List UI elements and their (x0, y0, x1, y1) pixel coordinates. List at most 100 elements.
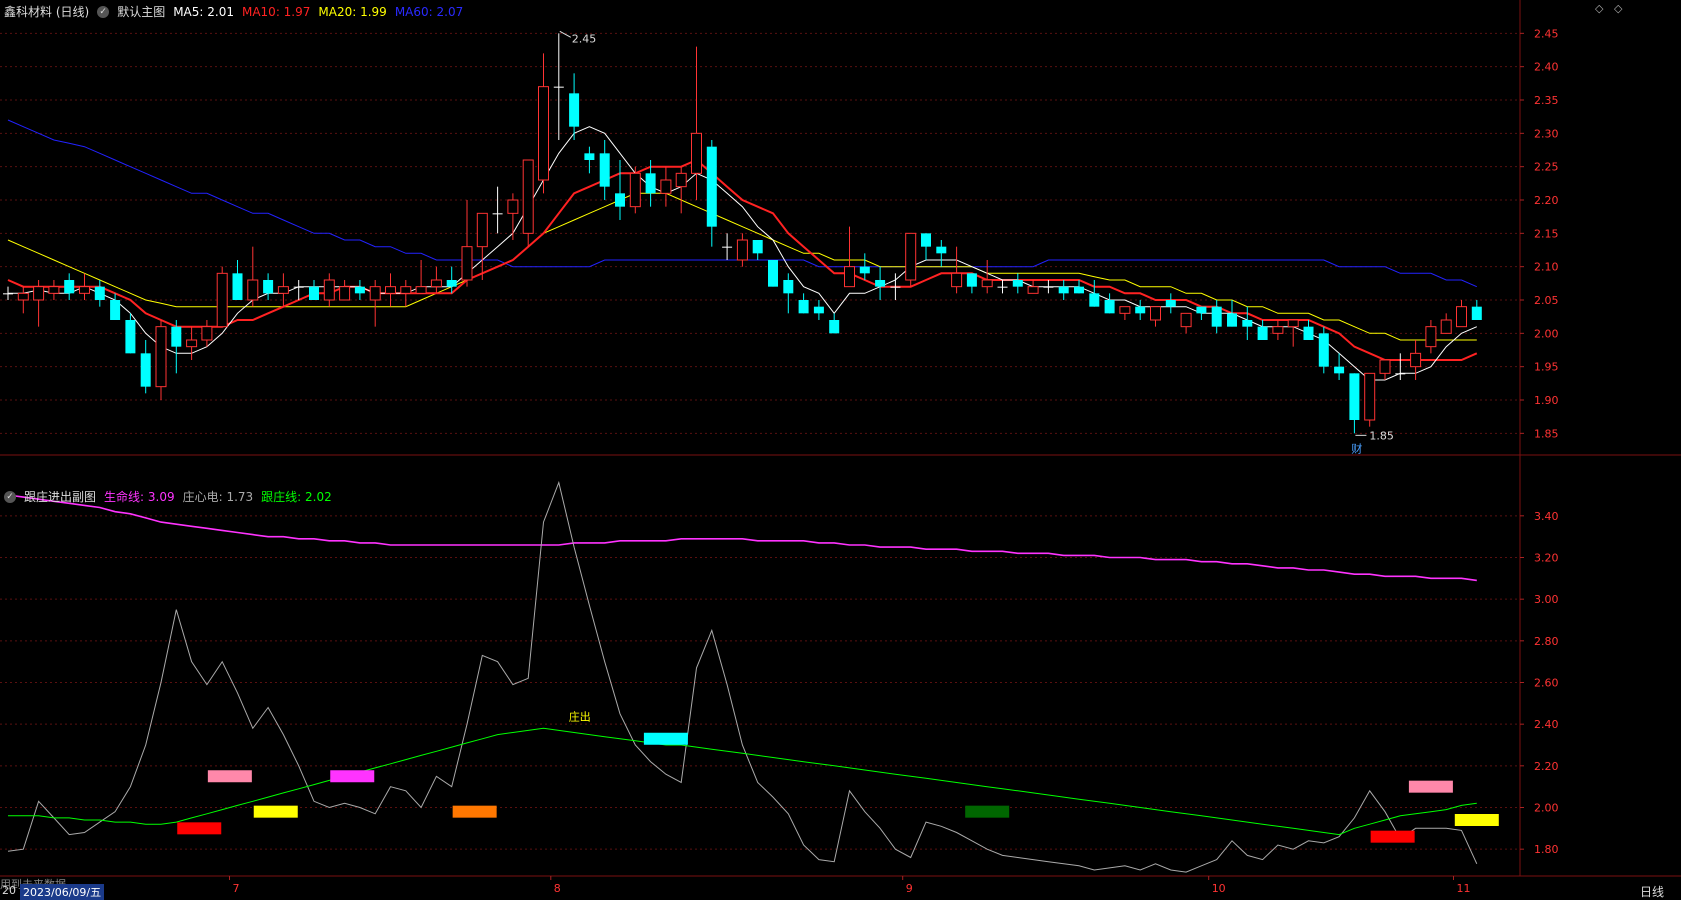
x-tick-label: 7 (233, 882, 240, 895)
candle-body-up (33, 286, 45, 301)
candle-body-up (1180, 312, 1192, 328)
candle-body-flat (3, 293, 13, 295)
signal-bar (965, 805, 1010, 818)
candle-body-up (629, 172, 641, 208)
candle-body-down (584, 153, 595, 160)
candle-body-flat (890, 286, 901, 288)
candle-body-up (951, 272, 963, 288)
candle-body-down (966, 273, 977, 287)
candle-body-down (1104, 300, 1115, 314)
sub-chart-title[interactable]: 跟庄进出副图 (24, 488, 96, 505)
sub-legend: ✓ 跟庄进出副图 生命线: 3.09 庄心电: 1.73 跟庄线: 2.02 (4, 488, 332, 505)
candle-body-up (17, 292, 29, 301)
candle-body-up (522, 159, 534, 234)
candle-body-down (94, 286, 105, 300)
sub-y-tick-label: 3.20 (1534, 552, 1559, 565)
candle-body-up (323, 279, 335, 301)
high-pointer (559, 30, 572, 38)
candle-body-down (783, 280, 794, 294)
candle-body-down (1318, 333, 1329, 367)
candle-body-down (1135, 306, 1146, 314)
candle-body-up (1150, 306, 1161, 321)
main-y-tick-label: 2.00 (1534, 327, 1559, 340)
candle-body-down (1165, 300, 1176, 307)
sub-y-tick-label: 3.40 (1534, 510, 1559, 523)
candle-body-down (859, 266, 870, 274)
candle-body-up (48, 286, 60, 294)
candle-body-up (1119, 306, 1131, 314)
candle-body-up (981, 279, 993, 288)
candle-body-up (1379, 359, 1391, 374)
period-label[interactable]: 日线 (1640, 883, 1664, 900)
candle-body-down (645, 173, 656, 194)
ma60-label: MA60: 2.07 (394, 4, 464, 19)
main-chart-label[interactable]: 默认主图 (117, 3, 165, 20)
sub-y-tick-label: 2.80 (1534, 635, 1559, 648)
candle-body-down (140, 353, 151, 387)
follow-line-label: 跟庄线: 2.02 (261, 490, 332, 504)
candle-body-flat (997, 286, 1008, 288)
signal-bar (253, 805, 298, 818)
candle-body-up (79, 286, 90, 294)
sub-line-center (7, 480, 1478, 873)
candle-body-down (768, 260, 778, 287)
event-marker: 财 (1351, 441, 1362, 455)
candle-body-down (1058, 286, 1069, 294)
main-y-tick-label: 2.25 (1534, 161, 1559, 174)
candle-body-down (1074, 286, 1084, 294)
sub-y-tick-label: 2.40 (1534, 718, 1559, 731)
candle-body-down (171, 326, 182, 347)
main-y-tick-label: 2.20 (1534, 194, 1559, 207)
candle-body-up (1364, 372, 1376, 421)
candle-body-down (798, 300, 809, 314)
main-y-tick-label: 1.90 (1534, 394, 1559, 407)
candle-body-down (875, 280, 886, 287)
sub-y-tick-label: 2.20 (1534, 760, 1559, 773)
candle-body-up (1287, 319, 1299, 328)
candle-body-down (64, 280, 75, 294)
main-y-tick-label: 1.95 (1534, 361, 1559, 374)
candle-body-down (110, 300, 121, 320)
stock-title: 鑫科材料 (日线) (4, 5, 90, 19)
candle-body-up (415, 286, 427, 294)
candle-body-up (691, 132, 702, 174)
candle-body-flat (722, 246, 733, 248)
sub-y-tick-label: 3.00 (1534, 593, 1559, 606)
candle-body-down (446, 280, 457, 287)
signal-bar (1370, 830, 1415, 843)
candle-body-up (400, 286, 412, 294)
main-settings-icon[interactable]: ✓ (97, 5, 110, 18)
ma20-label: MA20: 1.99 (318, 4, 387, 19)
candle-body-up (430, 279, 442, 288)
candle-body-up (905, 232, 917, 281)
candle-body-down (1089, 293, 1100, 307)
candle-body-down (232, 273, 243, 300)
signal-bar (207, 770, 252, 783)
main-y-tick-label: 1.85 (1534, 427, 1559, 440)
candle-body-up (369, 286, 381, 301)
candle-body-down (599, 153, 610, 187)
signal-bar (177, 822, 222, 835)
main-legend: 鑫科材料 (日线) ✓ 默认主图 MA5: 2.01 MA10: 1.97 MA… (4, 3, 463, 20)
diamond-outline-icon[interactable]: ◇ (1614, 2, 1622, 15)
candle-body-up (507, 199, 519, 214)
diamond-icon[interactable]: ◇ (1595, 2, 1603, 15)
candle-body-up (675, 172, 687, 188)
candle-body-up (1425, 326, 1437, 348)
candle-body-up (538, 86, 549, 181)
candle-body-up (201, 326, 213, 341)
candle-body-flat (1043, 286, 1054, 288)
sub-settings-icon[interactable]: ✓ (4, 490, 16, 503)
main-y-tick-label: 2.10 (1534, 261, 1559, 274)
stock-chart[interactable]: 1.85 1.90 1.95 2.00 2.05 2.10 2.15 2.20 2.25 2.30… (0, 0, 1681, 898)
candle-body-down (752, 240, 763, 254)
candle-body-up (1272, 326, 1284, 334)
candle-body-up (155, 326, 167, 388)
candle-body-up (186, 339, 198, 348)
signal-bar (330, 770, 375, 783)
candle-body-down (1196, 306, 1207, 314)
sub-line-life (7, 494, 1477, 582)
x-tick-label: 9 (906, 882, 913, 895)
life-line-label: 生命线: 3.09 (104, 490, 175, 504)
sub-y-tick-label: 2.00 (1534, 802, 1559, 815)
